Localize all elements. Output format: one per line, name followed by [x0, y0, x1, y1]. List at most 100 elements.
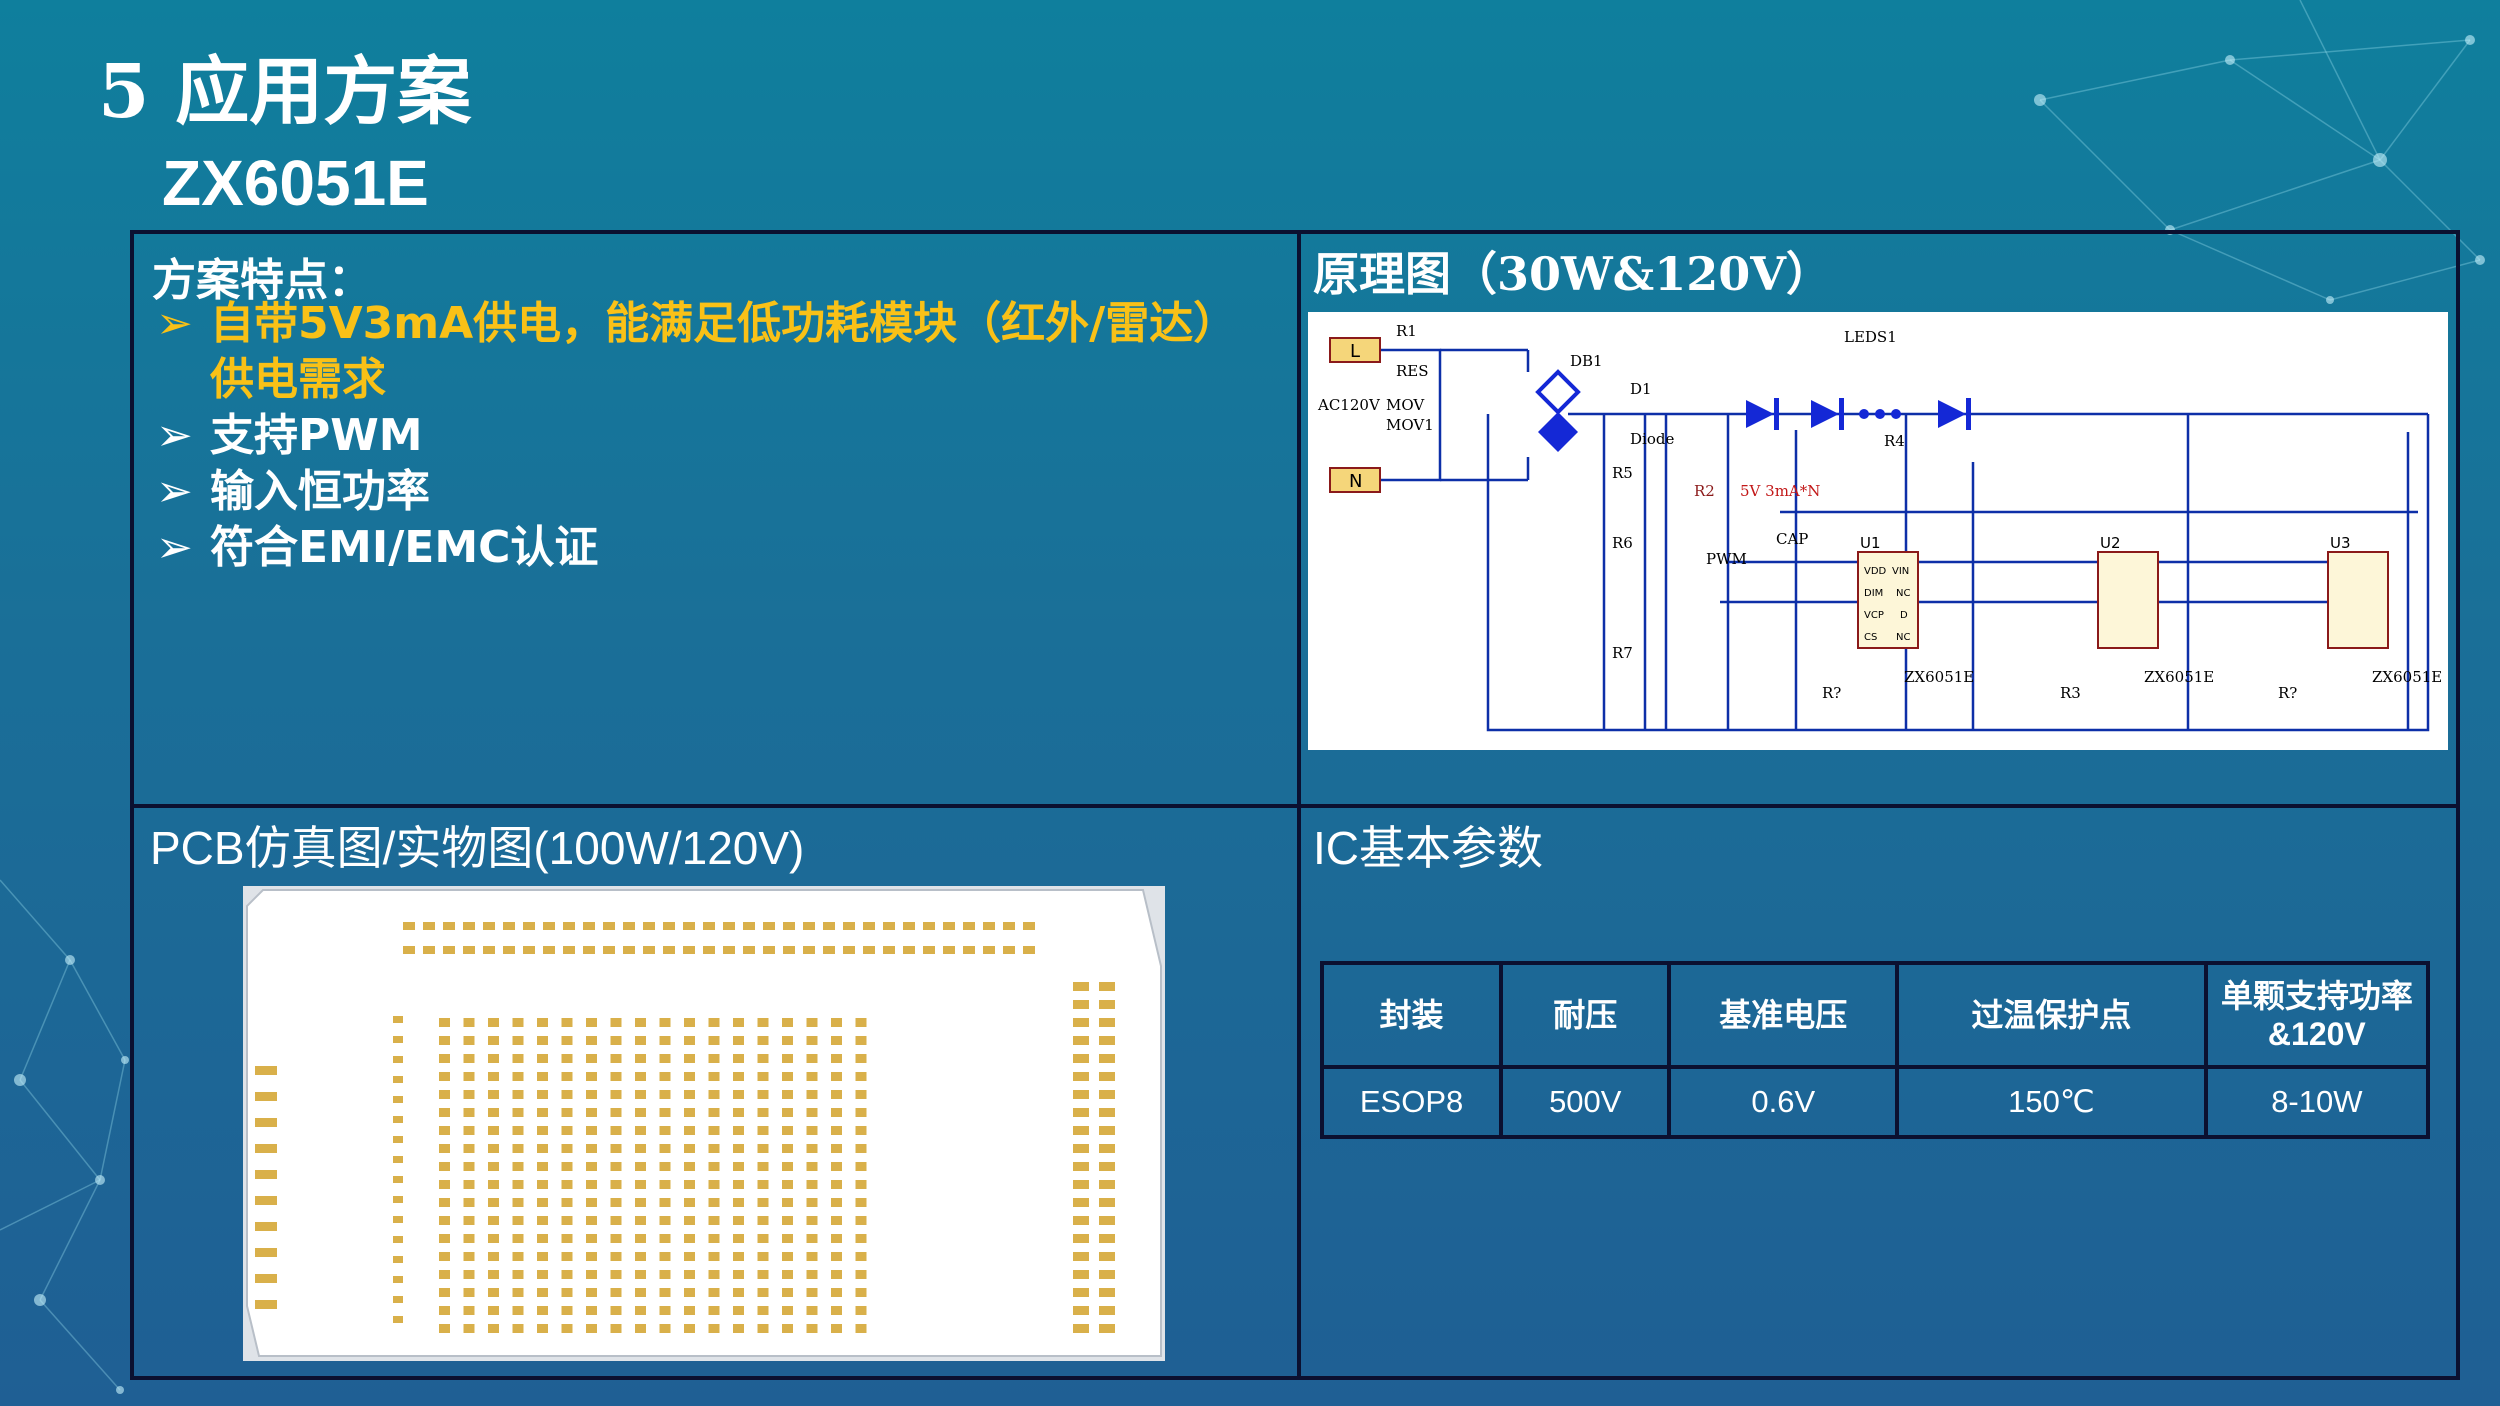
pcb-pad: [512, 1270, 524, 1279]
pcb-pad: [983, 946, 995, 954]
pcb-pad: [831, 1072, 842, 1081]
pcb-pad: [635, 1072, 646, 1081]
pcb-pad: [733, 1306, 744, 1315]
pcb-pad: [708, 1216, 720, 1225]
pcb-pad: [483, 922, 495, 930]
pcb-pad: [586, 1324, 597, 1333]
pcb-pad: [1099, 1180, 1115, 1189]
pcb-pad: [1073, 1162, 1089, 1171]
table-cell: ESOP8: [1319, 1065, 1504, 1139]
pcb-pad: [831, 1126, 842, 1135]
pcb-pad: [659, 1108, 671, 1117]
pcb-pad: [393, 1316, 403, 1323]
pcb-pad: [782, 1162, 793, 1171]
pcb-pad: [635, 1018, 646, 1027]
pcb-pad: [782, 1018, 793, 1027]
label-r-sense-3: R?: [2278, 684, 2297, 702]
pcb-pad: [635, 1252, 646, 1261]
pcb-pad: [708, 1324, 720, 1333]
pcb-pad: [855, 1072, 867, 1081]
pcb-pad: [1073, 1018, 1089, 1027]
pcb-pad: [463, 1216, 475, 1225]
pcb-pad: [831, 1180, 842, 1189]
pcb-pad: [463, 1018, 475, 1027]
pcb-pad: [1099, 1054, 1115, 1063]
pcb-pad: [255, 1066, 277, 1075]
pcb-pad: [757, 1108, 769, 1117]
pcb-pad: [1073, 1270, 1089, 1279]
pcb-pad: [733, 1054, 744, 1063]
feature-item: ➢ 输入恒功率: [152, 464, 1262, 520]
table-header-cell: 耐压: [1499, 961, 1672, 1069]
pcb-pad: [684, 1252, 695, 1261]
pcb-pad: [733, 1252, 744, 1261]
pcb-pad: [757, 1144, 769, 1153]
pcb-pad: [537, 1180, 548, 1189]
pcb-pad: [708, 1090, 720, 1099]
pcb-pad: [757, 1180, 769, 1189]
pcb-pad: [923, 922, 935, 930]
pcb-pad: [659, 1324, 671, 1333]
pcb-pad: [757, 1234, 769, 1243]
pcb-pad: [684, 1144, 695, 1153]
pcb-pad: [537, 1144, 548, 1153]
pcb-pad: [610, 1054, 622, 1063]
pcb-pad: [439, 1198, 450, 1207]
pcb-pad: [586, 1144, 597, 1153]
pcb-pad: [806, 1018, 818, 1027]
pcb-pad: [439, 1270, 450, 1279]
pcb-pad: [463, 1036, 475, 1045]
pcb-pad: [537, 1270, 548, 1279]
pcb-pad: [463, 1180, 475, 1189]
pcb-pad: [603, 946, 615, 954]
pcb-pad: [586, 1270, 597, 1279]
label-r-sense-1: R?: [1822, 684, 1841, 702]
pcb-pad: [823, 922, 835, 930]
pcb-pad: [708, 1108, 720, 1117]
pcb-pad: [831, 1252, 842, 1261]
pcb-pad: [255, 1144, 277, 1153]
pcb-pad: [855, 1288, 867, 1297]
pcb-pad: [782, 1180, 793, 1189]
pcb-pad: [512, 1054, 524, 1063]
svg-text:NC: NC: [1896, 632, 1910, 643]
pcb-pad: [512, 1108, 524, 1117]
pcb-pad: [806, 1126, 818, 1135]
pcb-pad: [635, 1108, 646, 1117]
pcb-pad: [831, 1054, 842, 1063]
pcb-pad: [855, 1090, 867, 1099]
pcb-pad: [586, 1054, 597, 1063]
ic-u1: U1 ZX6051E VDD VIN DIM NC VCP D CS NC: [1857, 534, 1974, 686]
svg-text:ZX6051E: ZX6051E: [1904, 668, 1974, 686]
ic-u2: U2 ZX6051E: [2097, 534, 2214, 686]
pcb-pad: [733, 1198, 744, 1207]
pcb-pad: [757, 1036, 769, 1045]
pcb-pad: [1099, 1216, 1115, 1225]
pcb-pad: [1073, 1306, 1089, 1315]
pcb-pad: [855, 1144, 867, 1153]
pcb-pad: [684, 1234, 695, 1243]
pcb-pad: [610, 1198, 622, 1207]
pcb-pad: [561, 1072, 573, 1081]
pcb-pad: [806, 1216, 818, 1225]
pcb-pad: [733, 1036, 744, 1045]
pcb-pad: [708, 1306, 720, 1315]
pcb-pad: [823, 946, 835, 954]
table-header-cell: 基准电压: [1667, 961, 1900, 1069]
pcb-pad: [463, 922, 475, 930]
label-r6: R6: [1612, 534, 1633, 552]
label-diode: Diode: [1630, 430, 1674, 448]
pcb-pad: [463, 1144, 475, 1153]
pcb-pad: [1099, 1126, 1115, 1135]
pcb-pad: [488, 1018, 499, 1027]
pcb-pad: [537, 1306, 548, 1315]
pcb-pad: [1073, 1198, 1089, 1207]
pcb-pad: [883, 946, 895, 954]
svg-text:U2: U2: [2100, 534, 2121, 552]
table-header-cell: 单颗支持功率&120V: [2203, 961, 2431, 1069]
pcb-pad: [806, 1108, 818, 1117]
pcb-pad: [512, 1216, 524, 1225]
pcb-pad: [439, 1162, 450, 1171]
pcb-pad: [463, 1054, 475, 1063]
pcb-pad: [635, 1144, 646, 1153]
